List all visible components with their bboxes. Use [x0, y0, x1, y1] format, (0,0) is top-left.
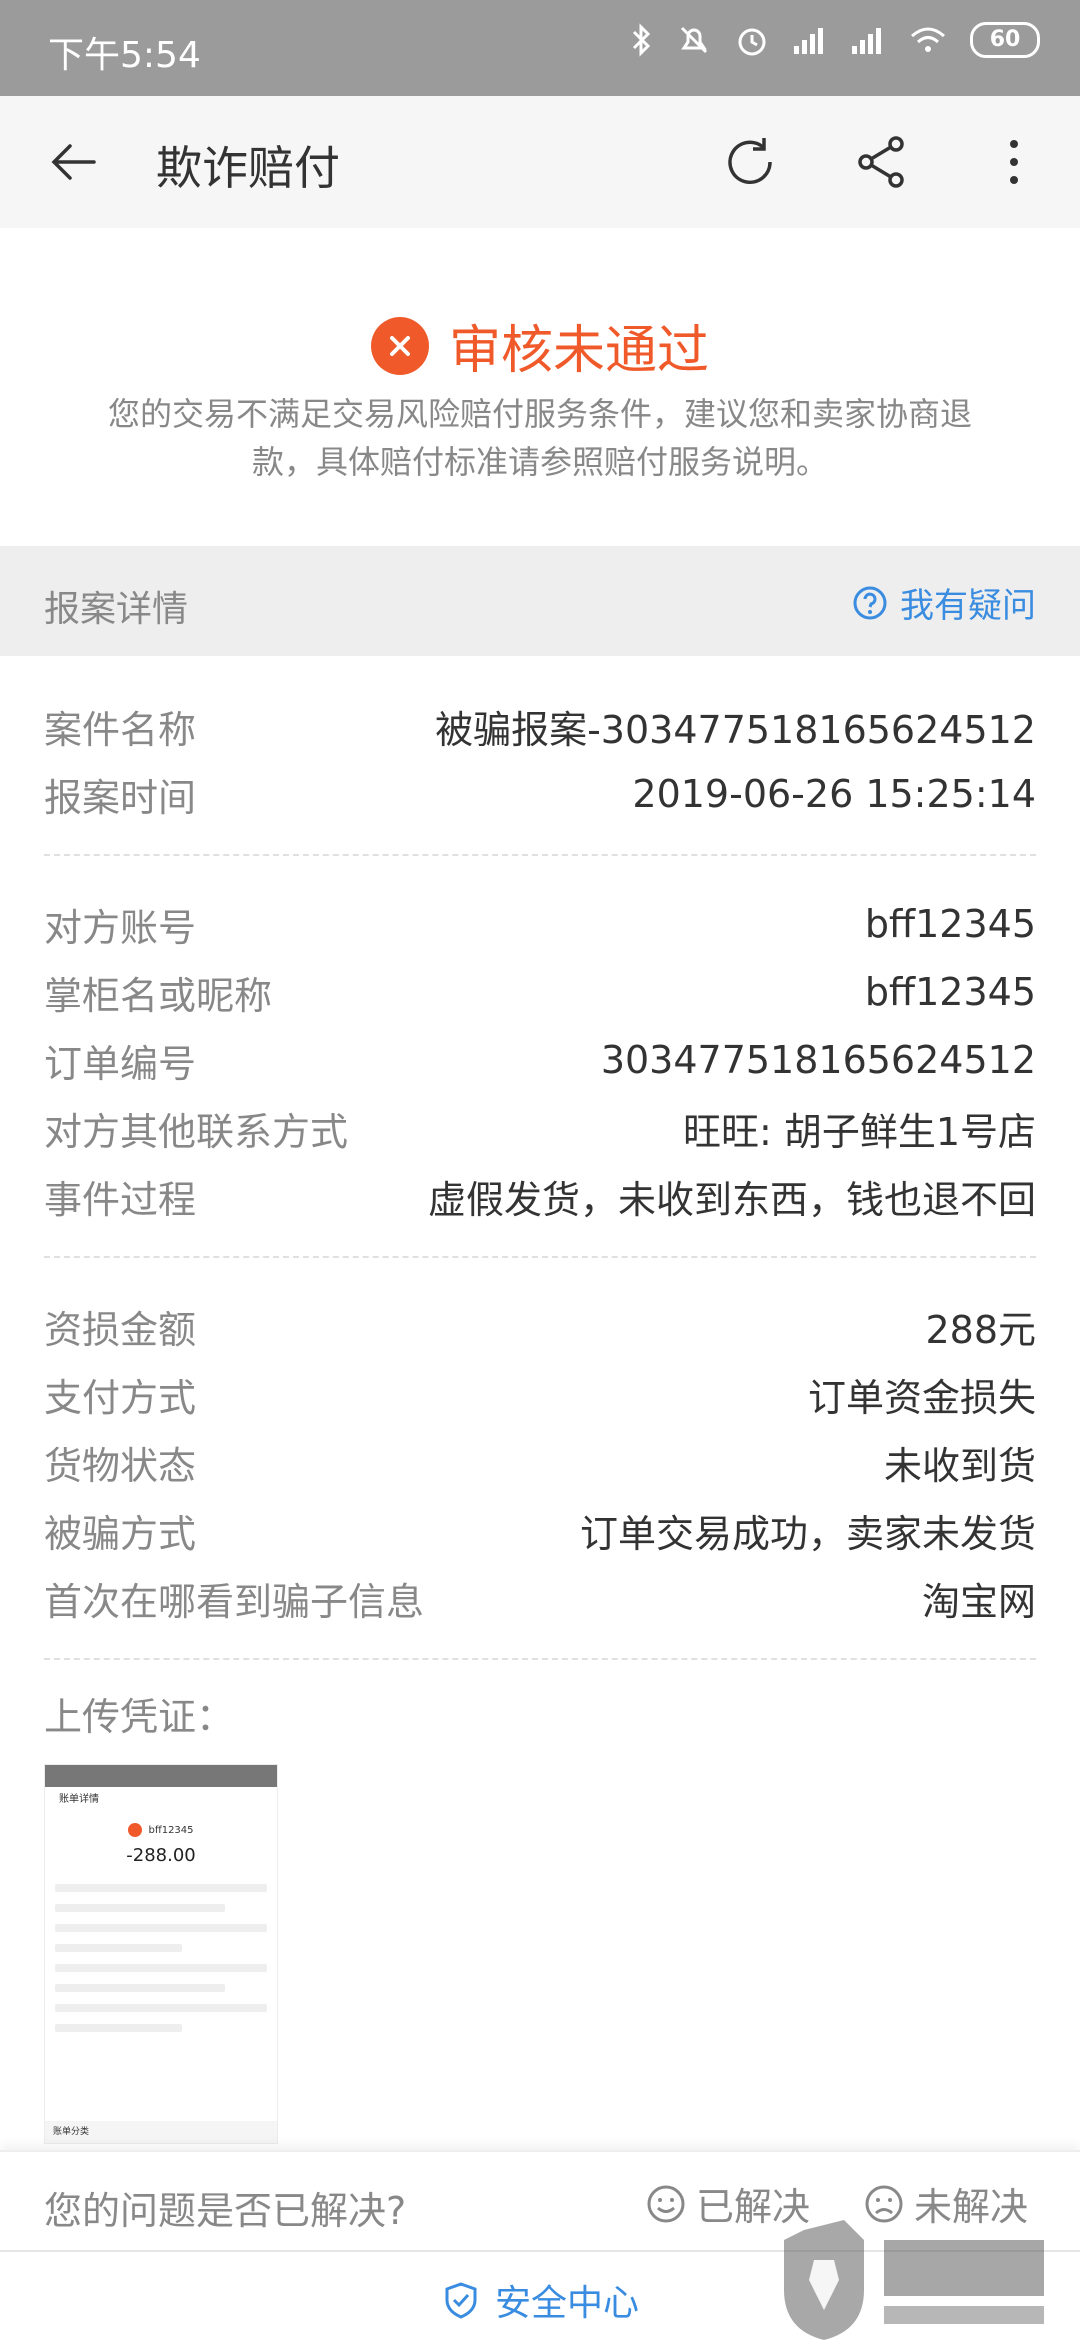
frown-icon [865, 2185, 903, 2222]
signal-icon [794, 28, 823, 54]
black-cat-logo [784, 2220, 1044, 2340]
back-arrow-icon[interactable] [48, 136, 100, 188]
bluetooth-icon [632, 23, 651, 57]
detail-row: 对方账号 bff12345 [44, 890, 1036, 958]
section-title: 报案详情 [44, 589, 189, 630]
detail-row: 事件过程 虚假发货，未收到东西，钱也退不回 [44, 1162, 1036, 1230]
section-header: 报案详情 我有疑问 [0, 546, 1080, 656]
detail-value: 2019-06-26 15:25:14 [632, 772, 1036, 816]
thumbnail-line [55, 1944, 183, 1952]
wifi-icon [911, 27, 945, 52]
detail-key: 事件过程 [44, 1177, 197, 1222]
shop-logo-icon [128, 1823, 143, 1837]
detail-value: 订单资金损失 [807, 1375, 1036, 1420]
mute-icon [680, 26, 708, 54]
detail-row: 被骗方式 订单交易成功，卖家未发货 [44, 1496, 1036, 1564]
detail-value: 被骗报案-303477518165624512 [435, 707, 1036, 752]
security-center-label[interactable]: 安全中心 [495, 2274, 639, 2326]
status-icons: 60 [630, 22, 1040, 58]
result-status: 审核未通过 [0, 308, 1080, 383]
thumbnail-footer: 账单分类 [45, 2121, 277, 2143]
shield-icon [445, 2282, 477, 2319]
feedback-question: 您的问题是否已解决? [44, 2189, 407, 2233]
detail-value: bff12345 [864, 970, 1036, 1014]
refresh-icon[interactable] [720, 132, 780, 192]
detail-key: 被骗方式 [44, 1511, 197, 1556]
thumbnail-amount: -288.00 [126, 1845, 196, 1866]
detail-key: 货物状态 [44, 1443, 197, 1488]
divider [44, 1256, 1036, 1258]
upload-label: 上传凭证： [44, 1695, 235, 1739]
detail-row: 报案时间 2019-06-26 15:25:14 [44, 760, 1036, 828]
thumbnail-shop: bff12345 [45, 1823, 277, 1837]
thumbnail-line [55, 1984, 225, 1992]
detail-row: 首次在哪看到骗子信息 淘宝网 [44, 1564, 1036, 1632]
detail-key: 资损金额 [44, 1307, 197, 1352]
detail-row: 货物状态 未收到货 [44, 1428, 1036, 1496]
detail-key: 首次在哪看到骗子信息 [44, 1579, 425, 1624]
status-time: 下午5:54 [48, 35, 201, 76]
result-title: 审核未通过 [448, 321, 709, 381]
detail-row: 支付方式 订单资金损失 [44, 1360, 1036, 1428]
detail-value: 303477518165624512 [600, 1038, 1036, 1082]
detail-key: 对方其他联系方式 [44, 1109, 349, 1154]
error-icon [370, 316, 429, 375]
detail-row: 订单编号 303477518165624512 [44, 1026, 1036, 1094]
help-link[interactable]: 我有疑问 [852, 578, 1036, 627]
thumbnail-line [55, 2024, 183, 2032]
divider [44, 854, 1036, 856]
more-menu-icon[interactable] [1000, 132, 1028, 192]
result-description: 您的交易不满足交易风险赔付服务条件，建议您和卖家协商退款，具体赔付标准请参照赔付… [107, 395, 972, 481]
detail-value: 虚假发货，未收到东西，钱也退不回 [427, 1177, 1036, 1222]
page-title: 欺诈赔付 [156, 141, 340, 195]
detail-key: 支付方式 [44, 1375, 197, 1420]
divider [44, 1658, 1036, 1660]
status-bar: 下午5:54 60 [0, 0, 1080, 96]
detail-value: 淘宝网 [921, 1579, 1036, 1624]
thumbnail-line [55, 1924, 267, 1932]
detail-value: 288元 [925, 1307, 1036, 1352]
question-icon [853, 586, 887, 619]
battery-indicator: 60 [970, 22, 1040, 58]
detail-row: 对方其他联系方式 旺旺: 胡子鲜生1号店 [44, 1094, 1036, 1162]
thumbnail-statusbar [45, 1765, 277, 1787]
detail-value: 订单交易成功，卖家未发货 [579, 1511, 1036, 1556]
evidence-thumbnail[interactable]: 账单详情 bff12345 -288.00 账单分类 [44, 1764, 278, 2144]
detail-key: 订单编号 [44, 1041, 197, 1086]
thumbnail-line [55, 1904, 225, 1912]
thumbnail-line [55, 2004, 267, 2012]
share-icon[interactable] [852, 132, 912, 192]
detail-value: 未收到货 [883, 1443, 1036, 1488]
detail-value: 旺旺: 胡子鲜生1号店 [682, 1109, 1036, 1154]
detail-key: 对方账号 [44, 905, 197, 950]
thumbnail-nav: 账单详情 [59, 1794, 99, 1805]
help-label[interactable]: 我有疑问 [900, 578, 1036, 627]
detail-key: 掌柜名或昵称 [44, 973, 273, 1018]
smile-icon [647, 2185, 685, 2222]
thumbnail-line [55, 1884, 267, 1892]
detail-row: 案件名称 被骗报案-303477518165624512 [44, 692, 1036, 760]
detail-row: 掌柜名或昵称 bff12345 [44, 958, 1036, 1026]
thumbnail-lines [55, 1884, 267, 2032]
thumbnail-shop-name: bff12345 [148, 1824, 194, 1836]
detail-row: 资损金额 288元 [44, 1292, 1036, 1360]
signal-hd-icon [852, 28, 881, 54]
detail-key: 案件名称 [44, 707, 197, 752]
detail-value: bff12345 [864, 902, 1036, 946]
result-section: 审核未通过 您的交易不满足交易风险赔付服务条件，建议您和卖家协商退款，具体赔付标… [0, 228, 1080, 546]
alarm-icon [738, 28, 766, 56]
thumbnail-line [55, 1964, 267, 1972]
app-bar: 欺诈赔付 [0, 96, 1080, 228]
detail-key: 报案时间 [44, 775, 197, 820]
